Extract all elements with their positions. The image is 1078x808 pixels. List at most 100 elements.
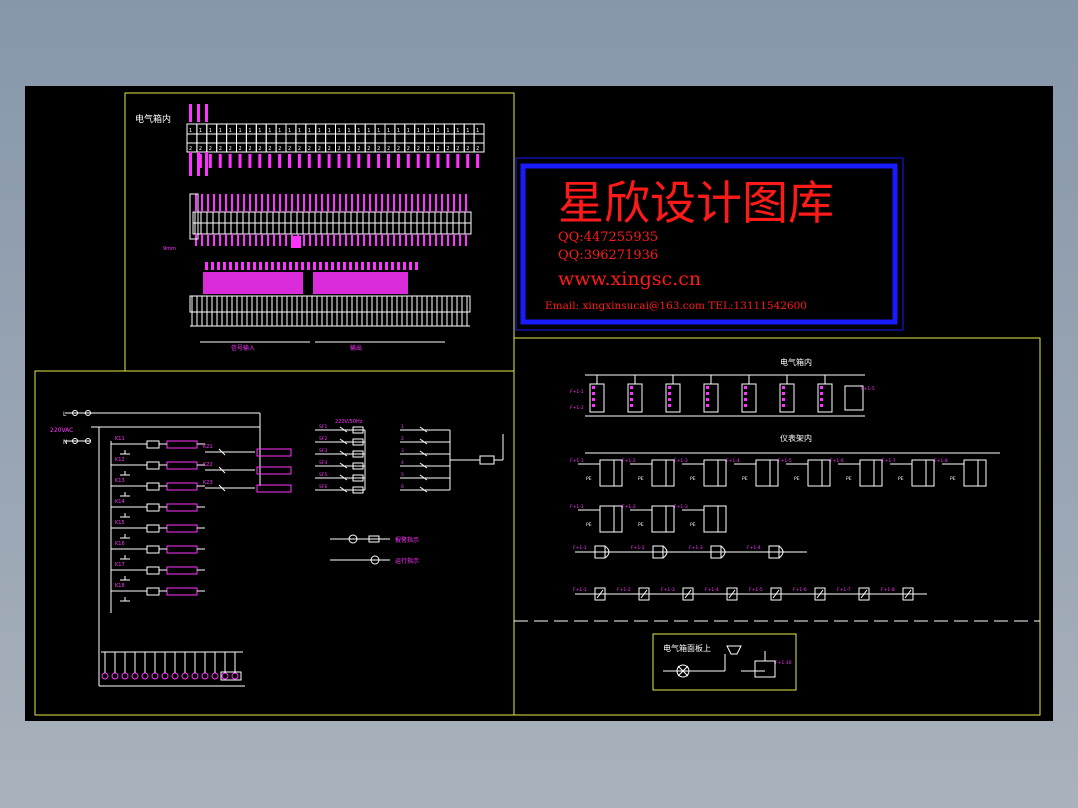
instrument-block-icon [963,459,979,487]
right-title-2: 仪表架内 [780,433,812,443]
terminal-number: 2 [456,146,459,152]
device-label: F+1-4 [705,587,719,593]
terminal-wire-tag [387,234,389,246]
relay-output-box [166,566,198,575]
relay-output-box [256,484,292,493]
terminal-number: 1 [377,128,380,134]
terminal-wire-tag [369,234,371,246]
terminal-number: 1 [248,128,251,134]
terminal-wire-tag [391,262,394,270]
top-left-bus-label-2: 输出 [350,344,362,352]
terminal-wire-tag [411,194,413,212]
terminal-number: 1 [437,128,440,134]
terminal-strips-top: 1 2 1 2 1 2 1 2 1 2 1 2 1 2 1 2 1 2 1 2 1 2 1 2 1 2 1 2 1 2 1 2 1 2 1 2 1 2 1 2… [163,104,485,343]
terminal-number: 2 [298,146,301,152]
device-label: PE [950,476,956,482]
terminal-number: 2 [377,146,380,152]
terminal-wire-tag [273,234,275,246]
terminal-wire-tag [399,194,401,212]
instrument-block-icon [703,459,719,487]
lamp-label-alarm: 报警指示 [395,536,419,544]
terminal-number: 1 [318,128,321,134]
relay-coil-icon [146,482,160,491]
instrument-block-icon [613,505,623,533]
terminal-wire-tag [347,154,351,168]
terminal-wire-tag [205,262,208,270]
terminal-wire-tag [273,194,275,212]
contact-label: SF5 [319,472,327,478]
terminal-number: 2 [387,146,390,152]
terminal-number: 2 [318,146,321,152]
terminal-wire-tag [435,194,437,212]
terminal-wire-tag [253,262,256,270]
terminal-wire-tag [259,262,262,270]
relay-label: K22 [203,462,213,468]
terminal-pin [630,398,633,401]
instrument-block-icon [807,459,823,487]
terminal-number: 1 [219,128,222,134]
indicator-lamp-icon [191,672,199,680]
contact-label: 2 [401,436,404,442]
terminal-pin [706,386,709,389]
terminal-wire-tag [189,104,192,122]
relay-output-box [166,545,198,554]
terminal-wire-tag [208,154,212,168]
instrument-block-icon [821,459,831,487]
contact-label: 6 [401,484,404,490]
device-label: PE [586,476,592,482]
contact-label: 3 [401,448,404,454]
terminal-wire-tag [379,262,382,270]
relay-coil-icon [146,587,160,596]
terminal-wire-tag [327,194,329,212]
terminal-wire-tag [351,194,353,212]
watermark-qq2: QQ:396271936 [558,248,658,263]
schematic-drawing: 电气箱内 信号输入 输出 121212121212121212121212121… [34,92,1041,716]
terminal-number: 1 [209,128,212,134]
terminal-number: 2 [437,146,440,152]
terminal-number: 1 [407,128,410,134]
terminal-number: 1 [397,128,400,134]
indicator-lamp-icon [171,672,179,680]
terminal-number: 2 [427,146,430,152]
terminal-wire-tag [367,154,371,168]
device-label: F+1-3 [674,458,688,464]
terminal-wire-tag [327,234,329,246]
lamp-label-run: 运行指示 [395,557,419,565]
terminal-pin [782,386,785,389]
watermark-website: www.xingsc.cn [558,268,701,290]
terminal-number: 2 [466,146,469,152]
instrument-block-icon [651,505,667,533]
terminal-wire-tag [295,262,298,270]
terminal-number: 1 [239,128,242,134]
terminal-wire-tag [453,234,455,246]
panel-frames [34,92,1041,716]
terminal-wire-tag [447,234,449,246]
indicator-lamp-icon [151,672,159,680]
device-label: F+1-2 [622,504,636,510]
terminal-number: 2 [239,146,242,152]
terminal-number: 2 [219,146,222,152]
terminal-wire-tag [207,234,209,246]
contact-label: 4 [401,460,404,466]
relay-label: K17 [115,562,125,568]
terminal-number: 2 [278,146,281,152]
indicator-lamp-icon [221,672,229,680]
terminal-wire-tag [361,262,364,270]
indicator-lamp-icon [231,672,239,680]
terminal-number: 1 [258,128,261,134]
terminal-wire-tag [291,236,301,248]
terminal-wire-tag [429,194,431,212]
terminal-number: 1 [357,128,360,134]
terminal-number: 1 [387,128,390,134]
instrument-block-icon [599,505,615,533]
device-label: F+1-2 [622,458,636,464]
terminal-wire-tag [313,262,316,270]
terminal-wire-tag [459,194,461,212]
device-label: F+1-3 [674,504,688,510]
relay-label: K21 [203,444,213,450]
terminal-number: 1 [298,128,301,134]
terminal-wire-tag [343,262,346,270]
watermark: 星欣设计图库 QQ:447255935 QQ:396271936 www.xin… [515,157,904,331]
terminal-pin [820,398,823,401]
terminal-wire-tag [405,234,407,246]
